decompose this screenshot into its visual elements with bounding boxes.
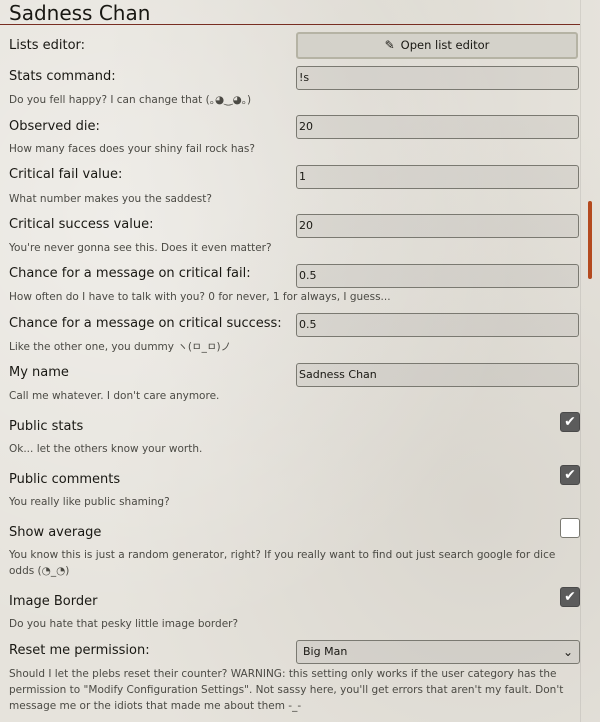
image-border-checkbox[interactable]: ✔ (560, 587, 580, 607)
setting-hint: Ok... let the others know your worth. (9, 443, 203, 455)
stats-command-input[interactable]: !s (296, 66, 579, 90)
edit-icon: ✎ (384, 38, 395, 52)
public-comments-checkbox[interactable]: ✔ (560, 465, 580, 485)
content-edge (580, 0, 581, 722)
observed-die-input[interactable]: 20 (296, 115, 579, 139)
setting-label: My name (9, 365, 69, 380)
setting-label: Stats command: (9, 69, 116, 84)
critical-success-input[interactable]: 20 (296, 214, 579, 238)
setting-label: Public stats (9, 419, 84, 434)
setting-label: Chance for a message on critical success… (9, 316, 282, 331)
setting-hint: You're never gonna see this. Does it eve… (9, 242, 272, 254)
setting-label: Observed die: (9, 119, 100, 134)
setting-label: Chance for a message on critical fail: (9, 266, 251, 281)
chance-crit-success-input[interactable]: 0.5 (296, 313, 579, 337)
setting-hint: You really like public shaming? (9, 496, 170, 508)
scrollbar-thumb[interactable] (588, 201, 592, 279)
show-average-checkbox[interactable] (560, 518, 580, 538)
setting-label: Reset me permission: (9, 643, 150, 658)
setting-hint: Like the other one, you dummy ヽ(ㅁ_ㅁ)ノ (9, 341, 232, 353)
setting-label: Critical fail value: (9, 167, 123, 182)
open-list-editor-button[interactable]: ✎ Open list editor (296, 32, 578, 59)
public-stats-checkbox[interactable]: ✔ (560, 412, 580, 432)
selected-value: Big Man (303, 645, 348, 658)
setting-label: Public comments (9, 472, 121, 487)
setting-hint: Do you hate that pesky little image bord… (9, 618, 239, 630)
setting-hint: How often do I have to talk with you? 0 … (9, 291, 391, 303)
button-label: Open list editor (400, 38, 490, 52)
chevron-down-icon: ⌄ (562, 645, 573, 659)
setting-hint: How many faces does your shiny fail rock… (9, 143, 255, 155)
setting-label: Critical success value: (9, 217, 154, 232)
chance-crit-fail-input[interactable]: 0.5 (296, 264, 579, 288)
title-divider (0, 24, 580, 25)
setting-hint: Call me whatever. I don't care anymore. (9, 390, 220, 402)
setting-hint: Should I let the plebs reset their count… (9, 668, 564, 712)
setting-hint: Do you fell happy? I can change that (｡◕… (9, 94, 252, 106)
critical-fail-input[interactable]: 1 (296, 165, 579, 189)
setting-label: Image Border (9, 594, 98, 609)
setting-hint: You know this is just a random generator… (9, 549, 556, 577)
reset-permission-select[interactable]: Big Man ⌄ (296, 640, 580, 664)
page-title: Sadness Chan (9, 1, 151, 25)
setting-label: Show average (9, 525, 102, 540)
setting-label: Lists editor: (9, 38, 86, 53)
my-name-input[interactable]: Sadness Chan (296, 363, 579, 387)
setting-hint: What number makes you the saddest? (9, 193, 212, 205)
